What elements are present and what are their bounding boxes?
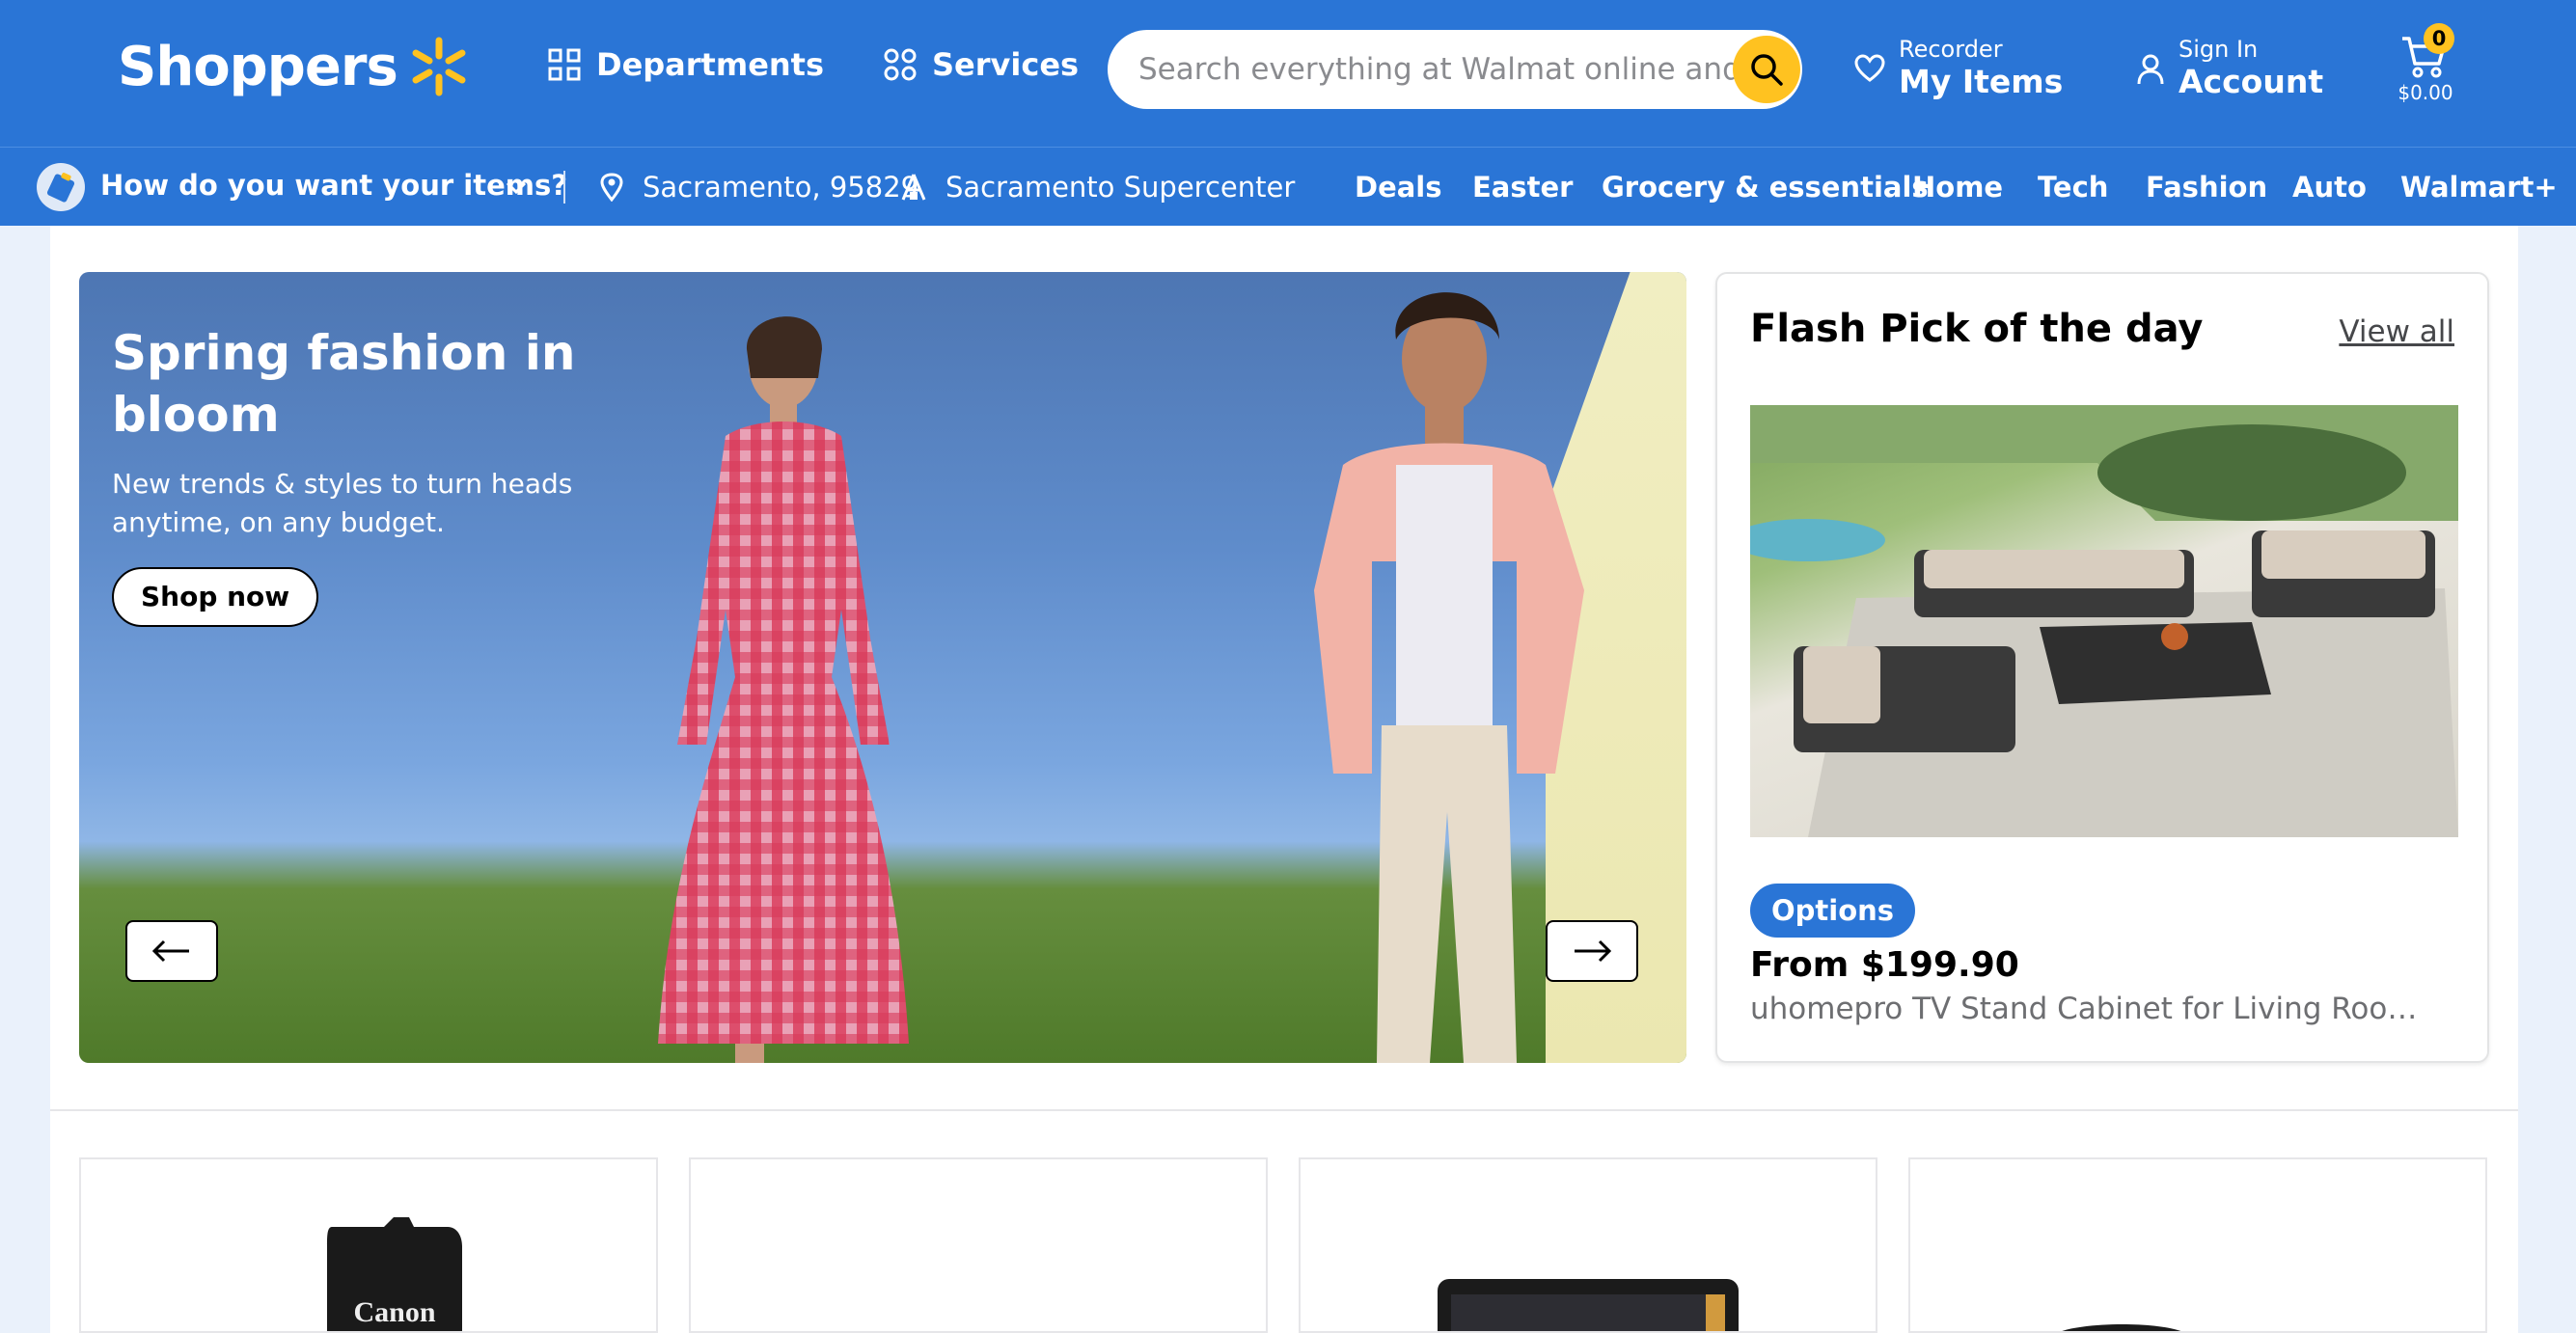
- delivery-icon[interactable]: [37, 163, 85, 211]
- flash-pick-title: Flash Pick of the day: [1750, 307, 2204, 351]
- account-caption: Sign In: [2179, 36, 2259, 63]
- services-icon: [884, 48, 917, 81]
- services-button[interactable]: Services: [884, 46, 1079, 83]
- headphones-image: [2062, 1324, 2181, 1331]
- product-image[interactable]: [1750, 405, 2458, 837]
- store-text[interactable]: Sacramento Supercenter: [945, 171, 1295, 204]
- hero-subtitle: New trends & styles to turn heads anytim…: [112, 468, 573, 538]
- store-icon: [901, 174, 926, 201]
- search-input[interactable]: [1138, 30, 1737, 109]
- logo-text: Shoppers: [118, 35, 398, 98]
- divider: [563, 171, 565, 204]
- cart-button[interactable]: 0 $0.00: [2397, 23, 2454, 110]
- camera-brand-text: Canon: [353, 1296, 435, 1328]
- top-header: Shoppers Departments Services Search eve…: [0, 0, 2576, 147]
- search-bar: [1108, 30, 1802, 109]
- product-tile[interactable]: [689, 1157, 1268, 1333]
- hero-title: Spring fashion in bloom: [112, 325, 576, 443]
- options-badge[interactable]: Options: [1750, 884, 1916, 938]
- tablet-image: [1438, 1279, 1739, 1331]
- cart-total: $0.00: [2398, 81, 2453, 104]
- cart-count-badge: 0: [2424, 23, 2454, 54]
- location-pin-icon: [600, 173, 623, 202]
- view-all-link[interactable]: View all: [2339, 314, 2454, 349]
- product-name[interactable]: uhomepro TV Stand Cabinet for Living Roo…: [1750, 992, 2445, 1026]
- product-tile[interactable]: [1299, 1157, 1877, 1333]
- subnav-auto[interactable]: Auto: [2292, 171, 2367, 204]
- section-divider: [50, 1109, 2518, 1111]
- shop-now-button[interactable]: Shop now: [112, 567, 319, 627]
- patio-furniture-illustration: [1750, 405, 2458, 837]
- product-price: From $199.90: [1750, 945, 2019, 985]
- flash-pick-card: Flash Pick of the day View all Options F…: [1715, 272, 2489, 1063]
- hero-model-woman: [658, 316, 909, 1063]
- camera-image: Canon: [327, 1217, 462, 1331]
- carousel-next-button[interactable]: [1546, 920, 1638, 982]
- hero-carousel[interactable]: Spring fashion in bloom New trends & sty…: [79, 272, 1686, 1063]
- sub-header: How do you want your items? Sacramento, …: [0, 147, 2576, 226]
- departments-button[interactable]: Departments: [548, 46, 824, 83]
- subnav-tech[interactable]: Tech: [2038, 171, 2108, 204]
- store-logo[interactable]: Shoppers: [118, 35, 471, 98]
- subnav-deals[interactable]: Deals: [1355, 171, 1442, 204]
- product-tile[interactable]: [1908, 1157, 2487, 1333]
- grid-icon: [548, 48, 581, 81]
- spark-icon: [412, 37, 466, 96]
- my-items-link[interactable]: Recorder My Items: [1854, 35, 2063, 100]
- delivery-question[interactable]: How do you want your items?: [100, 169, 567, 202]
- services-label: Services: [932, 46, 1080, 83]
- subnav-walmart-plus[interactable]: Walmart+: [2400, 171, 2558, 204]
- subnav-easter[interactable]: Easter: [1472, 171, 1573, 204]
- arrow-left-icon: [151, 939, 189, 963]
- myitems-label: My Items: [1899, 63, 2064, 100]
- chevron-down-icon[interactable]: [504, 175, 529, 200]
- carousel-prev-button[interactable]: [125, 920, 218, 982]
- myitems-caption: Recorder: [1899, 36, 2003, 63]
- product-tile[interactable]: Canon: [79, 1157, 658, 1333]
- search-icon: [1751, 54, 1783, 86]
- arrow-right-icon: [1575, 939, 1612, 963]
- subnav-home[interactable]: Home: [1912, 171, 2003, 204]
- departments-label: Departments: [596, 46, 825, 83]
- location-text[interactable]: Sacramento, 95829: [643, 171, 918, 204]
- subnav-grocery[interactable]: Grocery & essentials: [1602, 171, 1929, 204]
- heart-icon: [1854, 54, 1885, 82]
- delivery-illustration: [46, 173, 75, 203]
- search-button[interactable]: [1733, 36, 1800, 103]
- person-icon: [2137, 54, 2164, 85]
- subnav-fashion[interactable]: Fashion: [2146, 171, 2267, 204]
- account-link[interactable]: Sign In Account: [2136, 35, 2323, 100]
- account-label: Account: [2179, 63, 2324, 100]
